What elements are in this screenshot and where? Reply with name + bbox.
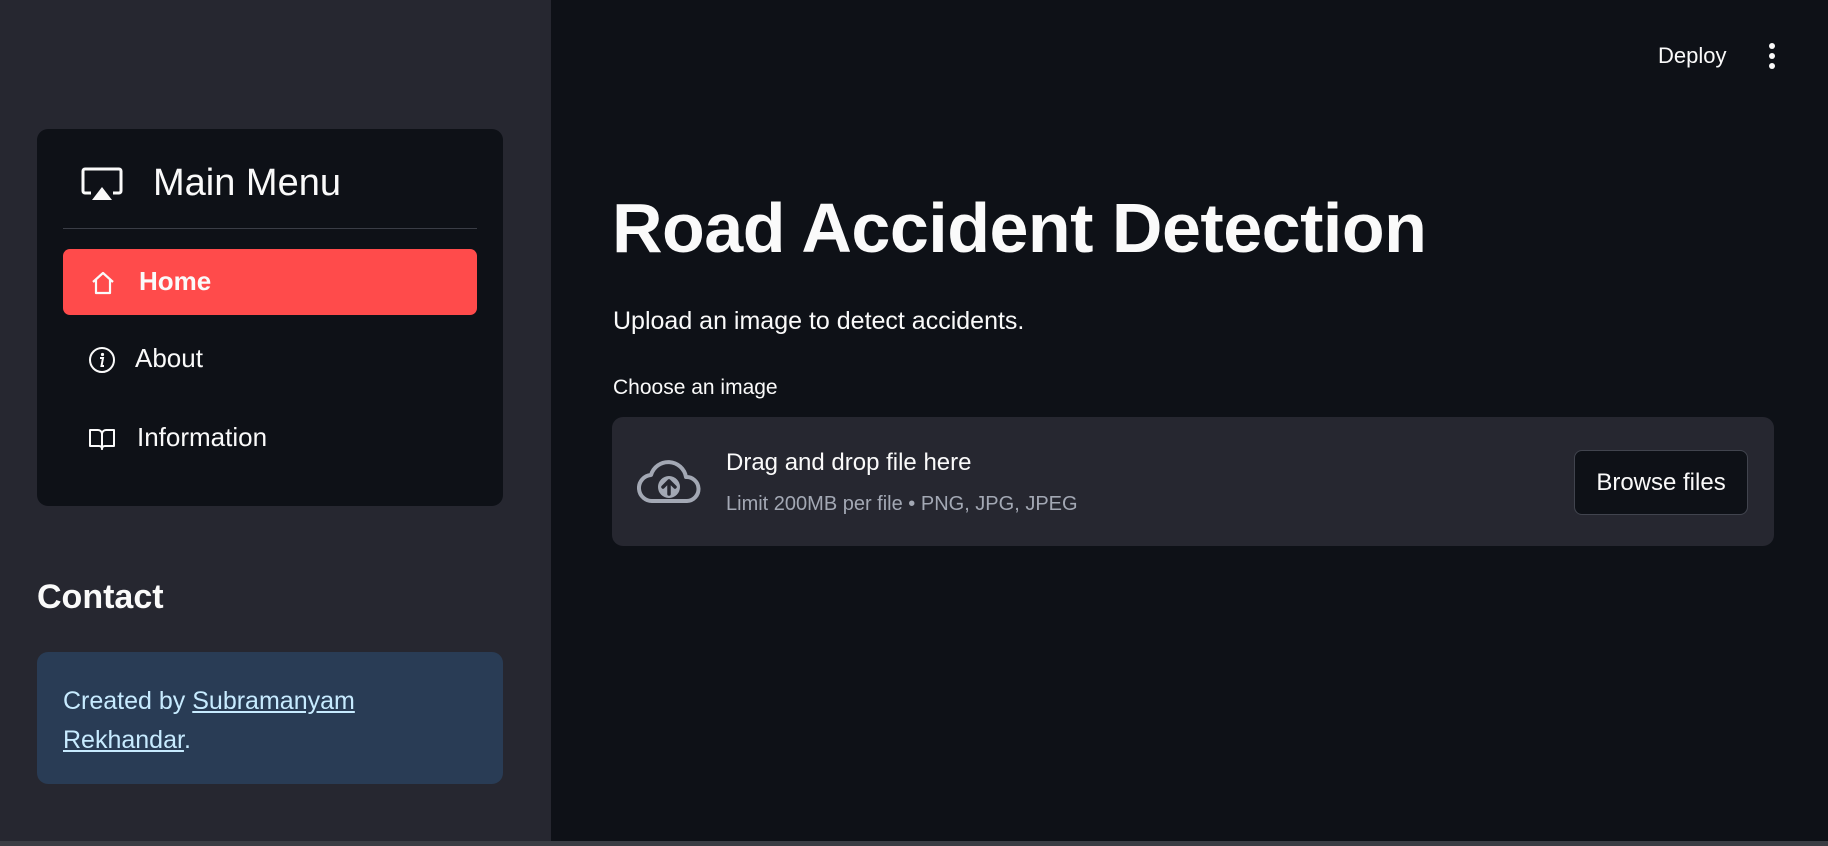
dropzone-limit: Limit 200MB per file • PNG, JPG, JPEG (726, 493, 1078, 515)
sidebar-item-label: Information (137, 422, 268, 452)
more-options-icon[interactable] (1762, 42, 1782, 70)
sidebar: Main Menu Home About Information Contact… (0, 0, 551, 846)
menu-header: Main Menu (37, 129, 503, 229)
upload-label: Choose an image (613, 376, 778, 399)
menu-divider (63, 228, 477, 229)
sidebar-item-about[interactable]: About (63, 326, 477, 392)
sidebar-item-information[interactable]: Information (63, 405, 477, 471)
contact-prefix: Created by (63, 687, 193, 715)
deploy-button[interactable]: Deploy (1658, 43, 1726, 69)
file-dropzone[interactable]: Drag and drop file here Limit 200MB per … (612, 417, 1774, 546)
cast-icon (81, 167, 123, 203)
bottom-scrollbar (0, 841, 1828, 846)
page-subtitle: Upload an image to detect accidents. (613, 307, 1025, 335)
menu-title: Main Menu (153, 162, 341, 204)
dropzone-title: Drag and drop file here (726, 449, 972, 476)
contact-heading: Contact (37, 578, 164, 616)
sidebar-item-home[interactable]: Home (63, 249, 477, 315)
author-link-line2: Rekhandar (63, 726, 184, 754)
cloud-upload-icon (637, 457, 701, 505)
home-icon (89, 269, 117, 297)
info-icon (88, 346, 116, 374)
sidebar-item-label: Home (139, 266, 212, 296)
page-title: Road Accident Detection (612, 189, 1427, 267)
browse-files-button[interactable]: Browse files (1574, 450, 1748, 515)
author-link-line1: Subramanyam (192, 687, 355, 715)
sidebar-item-label: About (135, 343, 203, 373)
contact-suffix: . (183, 726, 191, 754)
book-icon (88, 425, 116, 453)
contact-info-box: Created by Subramanyam Rekhandar. (37, 652, 503, 784)
main-menu: Main Menu Home About Information (37, 129, 503, 506)
